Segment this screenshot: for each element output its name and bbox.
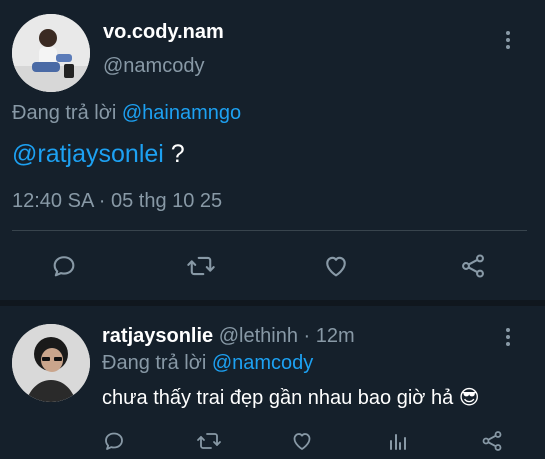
analytics-icon[interactable] bbox=[386, 429, 410, 453]
like-icon[interactable] bbox=[322, 252, 350, 280]
share-icon[interactable] bbox=[480, 429, 504, 453]
handle[interactable]: @namcody bbox=[103, 55, 204, 78]
divider bbox=[12, 230, 527, 231]
retweet-icon[interactable] bbox=[196, 429, 222, 453]
person-photo-icon bbox=[12, 14, 90, 92]
avatar-main[interactable] bbox=[12, 14, 90, 92]
reply-to-link[interactable]: @namcody bbox=[212, 352, 313, 374]
retweet-icon[interactable] bbox=[186, 252, 216, 280]
share-icon[interactable] bbox=[458, 252, 488, 280]
mention-link[interactable]: @ratjaysonlei bbox=[12, 140, 164, 168]
avatar-reply[interactable] bbox=[12, 324, 90, 402]
reply-body: chưa thấy trai đẹp gần nhau bao giờ hả 😎 bbox=[102, 385, 480, 410]
reply-icon[interactable] bbox=[102, 429, 126, 453]
reply-body-text: chưa thấy trai đẹp gần nhau bao giờ hả bbox=[102, 387, 454, 409]
tweet-body-text: ? bbox=[163, 140, 185, 168]
like-icon[interactable] bbox=[290, 429, 314, 453]
person-photo-icon bbox=[12, 324, 90, 402]
section-divider bbox=[0, 300, 545, 306]
reply-to-link[interactable]: @hainamngo bbox=[122, 102, 241, 124]
sunglasses-emoji-icon: 😎 bbox=[458, 387, 480, 409]
reply-prefix: Đang trả lời bbox=[12, 102, 117, 124]
reply-display-name[interactable]: ratjaysonlie bbox=[102, 325, 213, 347]
tweet-body: @ratjaysonlei ? bbox=[12, 140, 185, 169]
reply-icon[interactable] bbox=[50, 252, 78, 280]
more-vertical-icon[interactable] bbox=[505, 328, 511, 349]
reply-handle-time[interactable]: @lethinh · 12m bbox=[219, 325, 355, 347]
reply-prefix: Đang trả lời bbox=[102, 352, 207, 374]
reply-context: Đang trả lời @hainamngo bbox=[12, 102, 241, 125]
display-name[interactable]: vo.cody.nam bbox=[103, 21, 224, 44]
tweet-timestamp[interactable]: 12:40 SA · 05 thg 10 25 bbox=[12, 190, 222, 213]
reply-header: ratjaysonlie @lethinh · 12m bbox=[102, 325, 355, 348]
reply-context: Đang trả lời @namcody bbox=[102, 352, 313, 375]
more-vertical-icon[interactable] bbox=[505, 31, 511, 52]
